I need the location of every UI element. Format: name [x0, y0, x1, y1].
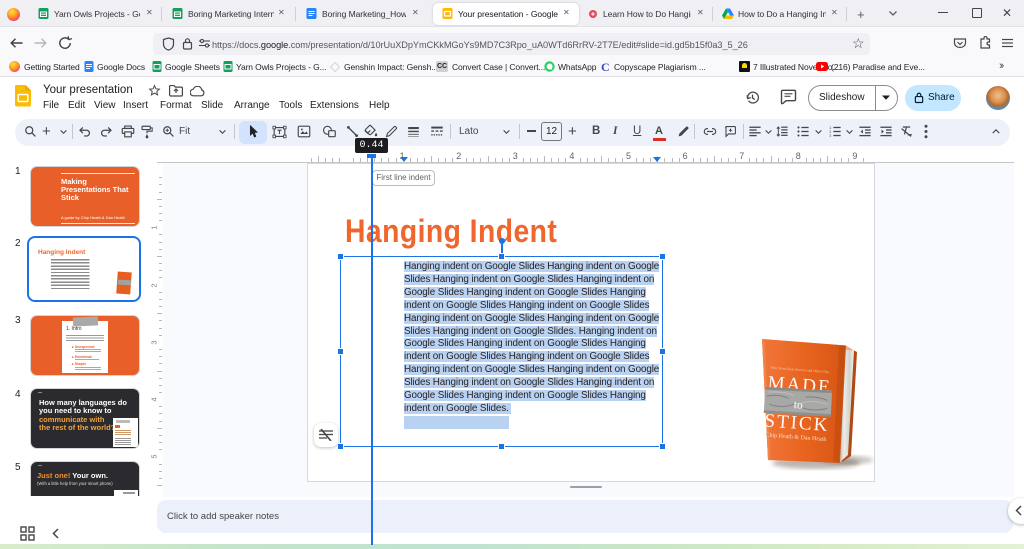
svg-text:3: 3 — [829, 134, 831, 137]
svg-text:to: to — [793, 399, 803, 412]
